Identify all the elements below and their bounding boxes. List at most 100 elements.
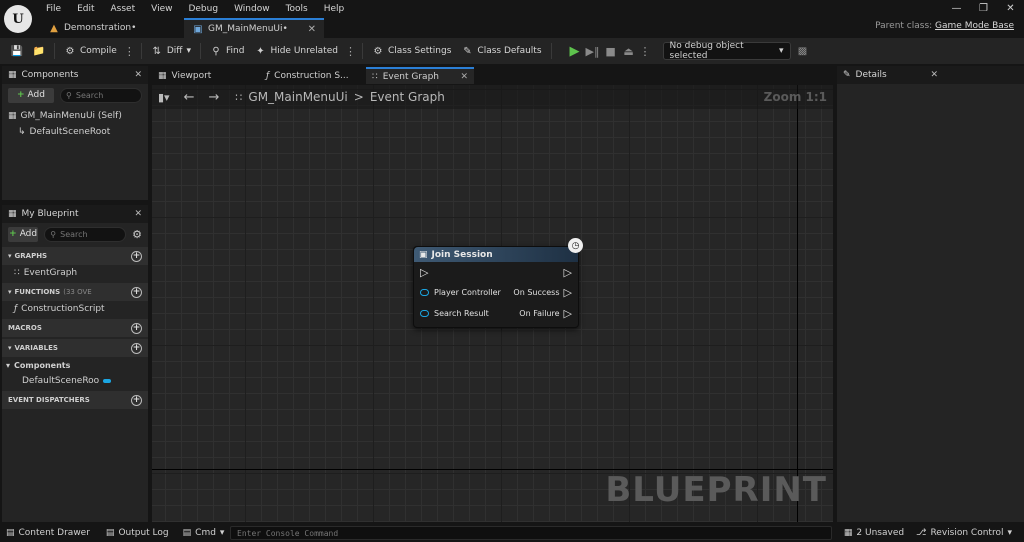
forward-arrow-icon[interactable]: →	[208, 90, 219, 105]
menu-edit[interactable]: Edit	[69, 4, 102, 14]
tab-gm-mainmenuui[interactable]: ▣ GM_MainMenuUi• ✕	[184, 18, 324, 38]
tab-event-graph[interactable]: ∷ Event Graph ✕	[366, 67, 474, 84]
menu-asset[interactable]: Asset	[103, 4, 144, 14]
components-search-input[interactable]	[75, 90, 136, 100]
section-variables[interactable]: ▾ VARIABLES +	[2, 339, 148, 357]
my-blueprint-search-input[interactable]	[60, 229, 121, 239]
compile-button[interactable]: ⚙ Compile	[59, 40, 122, 62]
add-graph-icon[interactable]: +	[131, 250, 142, 262]
section-graphs[interactable]: ▾ GRAPHS +	[2, 247, 148, 265]
add-member-button[interactable]: + Add	[8, 226, 39, 242]
on-failure-pin[interactable]: On Failure ▷	[519, 307, 572, 320]
hide-unrelated-button[interactable]: ✦ Hide Unrelated	[249, 40, 343, 62]
stop-icon[interactable]: ■	[602, 42, 620, 60]
restore-icon[interactable]: ❐	[970, 0, 997, 16]
parent-class-link[interactable]: Game Mode Base	[935, 21, 1014, 31]
minimize-icon[interactable]: —	[943, 0, 970, 16]
add-macro-icon[interactable]: +	[131, 322, 142, 334]
close-icon[interactable]: ✕	[134, 70, 142, 80]
section-macros[interactable]: MACROS +	[2, 319, 148, 337]
close-icon[interactable]: ✕	[134, 209, 142, 219]
content-drawer-button[interactable]: ▤ Content Drawer	[0, 524, 96, 542]
debug-filter-icon[interactable]: ▩	[797, 45, 809, 57]
event-graph-canvas[interactable]: ▮▾ ← → ∷ GM_MainMenuUi > Event Graph Zoo…	[152, 85, 833, 522]
bookmark-icon[interactable]: ▮▾	[158, 91, 170, 104]
more-options-icon[interactable]: ⋮	[343, 45, 358, 58]
section-event-dispatchers[interactable]: EVENT DISPATCHERS +	[2, 391, 148, 409]
variable-category-components[interactable]: ▾ Components	[2, 357, 148, 373]
chevron-down-icon: ▾	[779, 46, 784, 56]
close-icon[interactable]: ✕	[997, 0, 1024, 16]
play-icon[interactable]: ▶	[566, 42, 584, 60]
divider	[361, 43, 363, 59]
revision-control-button[interactable]: ⎇ Revision Control ▾	[910, 524, 1018, 542]
chevron-down-icon: ▾	[219, 528, 225, 538]
add-dispatcher-icon[interactable]: +	[131, 394, 142, 406]
search-result-pin[interactable]	[420, 310, 429, 317]
exec-out-pin[interactable]: ▷	[564, 266, 572, 279]
browse-button[interactable]: 📁	[28, 40, 50, 62]
close-icon[interactable]: ✕	[930, 70, 938, 80]
menu-bar: File Edit Asset View Debug Window Tools …	[38, 2, 352, 16]
diff-button[interactable]: ⇅ Diff ▾	[146, 40, 196, 62]
function-item-constructionscript[interactable]: ƒ ConstructionScript	[2, 301, 148, 317]
cmd-button[interactable]: ▤ Cmd ▾	[177, 524, 231, 542]
on-success-pin[interactable]: On Success ▷	[513, 286, 572, 299]
graph-item-eventgraph[interactable]: ∷ EventGraph	[2, 265, 148, 281]
output-log-icon: ▤	[105, 528, 115, 538]
tab-construction-script[interactable]: ƒ Construction S...	[260, 67, 364, 84]
unsaved-button[interactable]: ▦ 2 Unsaved	[838, 524, 910, 542]
scene-root-icon: ↳	[18, 127, 26, 137]
tab-demonstration[interactable]: ▲ Demonstration•	[40, 18, 180, 38]
search-icon: ⚲	[212, 45, 220, 57]
console-command-input[interactable]	[237, 528, 825, 538]
unreal-logo-icon[interactable]: U	[4, 5, 32, 33]
step-icon[interactable]: ▶‖	[584, 42, 602, 60]
pin-label: Player Controller	[434, 288, 501, 297]
menu-view[interactable]: View	[143, 4, 180, 14]
class-settings-button[interactable]: ⚙ Class Settings	[367, 40, 456, 62]
graph-item-label: EventGraph	[23, 268, 78, 278]
tab-label: Event Graph	[382, 71, 439, 82]
tab-viewport[interactable]: ▦ Viewport	[152, 67, 258, 84]
debug-object-select[interactable]: No debug object selected ▾	[662, 41, 791, 61]
menu-debug[interactable]: Debug	[180, 4, 226, 14]
menu-help[interactable]: Help	[316, 4, 353, 14]
exec-out-icon: ▷	[563, 307, 572, 320]
components-search[interactable]: ⚲	[60, 87, 142, 103]
menu-tools[interactable]: Tools	[278, 4, 316, 14]
exec-in-pin[interactable]: ▷	[420, 266, 428, 279]
player-controller-pin[interactable]	[420, 289, 429, 296]
menu-file[interactable]: File	[38, 4, 69, 14]
save-button[interactable]: 💾	[6, 40, 28, 62]
back-arrow-icon[interactable]: ←	[184, 90, 195, 105]
gear-icon[interactable]: ⚙	[132, 228, 142, 241]
more-options-icon[interactable]: ⋮	[638, 45, 653, 58]
add-function-icon[interactable]: +	[131, 286, 142, 298]
my-blueprint-title: My Blueprint	[21, 209, 79, 219]
console-command-field[interactable]	[230, 526, 832, 540]
my-blueprint-search[interactable]: ⚲	[44, 226, 127, 242]
close-icon[interactable]: ✕	[460, 72, 468, 82]
tree-item-self[interactable]: ▦ GM_MainMenuUi (Self)	[2, 108, 148, 124]
class-defaults-button[interactable]: ✎ Class Defaults	[456, 40, 546, 62]
menu-window[interactable]: Window	[226, 4, 278, 14]
node-header[interactable]: ▣ Join Session	[414, 247, 578, 262]
add-variable-icon[interactable]: +	[131, 342, 142, 354]
breadcrumb-root[interactable]: GM_MainMenuUi	[248, 90, 347, 104]
variable-item-defaultsceneroot[interactable]: DefaultSceneRoo	[2, 373, 148, 389]
add-component-button[interactable]: + Add	[8, 87, 54, 103]
find-button[interactable]: ⚲ Find	[205, 40, 249, 62]
add-label: Add	[27, 90, 45, 100]
viewport-icon: ▦	[158, 70, 167, 81]
chevron-down-icon: ▾	[8, 344, 12, 352]
join-session-node[interactable]: ▣ Join Session ▷ ▷ Player Controller On …	[413, 246, 579, 328]
diff-label: Diff	[166, 46, 183, 56]
output-log-button[interactable]: ▤ Output Log	[100, 524, 175, 542]
details-header: ✎ Details ✕	[837, 66, 1024, 84]
close-icon[interactable]: ✕	[308, 24, 316, 35]
eject-icon[interactable]: ⏏	[620, 42, 638, 60]
more-options-icon[interactable]: ⋮	[122, 45, 137, 58]
section-functions[interactable]: ▾ FUNCTIONS (33 OVE +	[2, 283, 148, 301]
tree-item-defaultsceneroot[interactable]: ↳ DefaultSceneRoot	[2, 124, 148, 140]
